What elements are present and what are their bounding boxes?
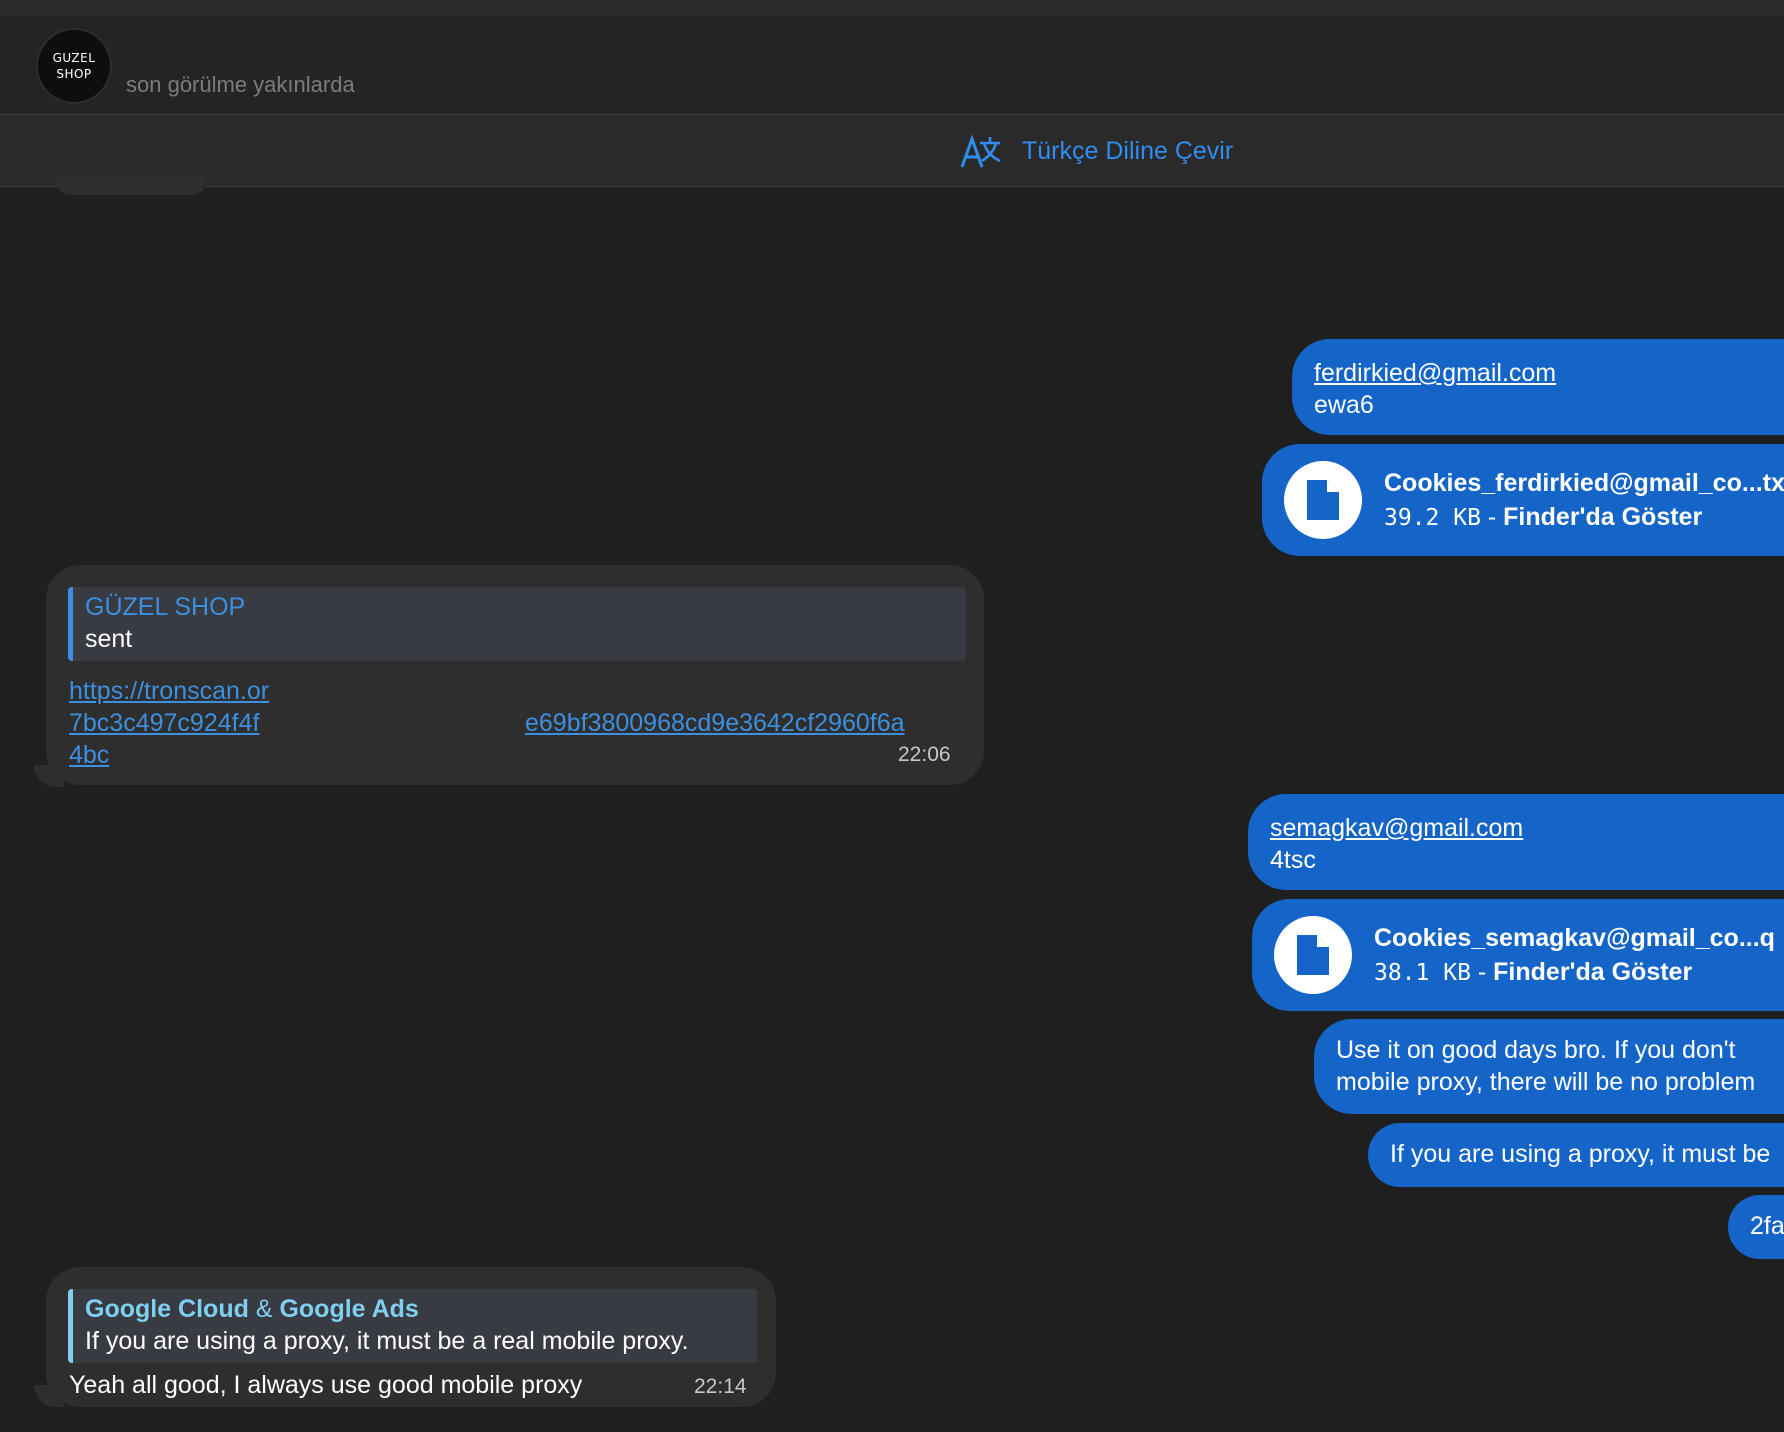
message-text: 2fa [1750,1212,1784,1240]
file-size: 39.2 KB [1384,504,1481,531]
message-line1: Use it on good days bro. If you don't [1336,1036,1736,1064]
outgoing-message[interactable]: If you are using a proxy, it must be [1368,1123,1784,1187]
reply-text: sent [85,625,133,653]
tronscan-link-line1[interactable]: https://tronscan.or [69,675,269,707]
avatar-text-line2: SHOP [56,67,92,81]
last-seen-status: son görülme yakınlarda [126,72,355,97]
message-text: ewa6 [1314,391,1374,419]
message-text: Yeah all good, I always use good mobile … [69,1371,583,1399]
file-name: Cookies_ferdirkied@gmail_co...txt [1384,468,1784,497]
reply-author: GÜZEL SHOP [85,593,246,621]
file-meta-separator: - [1470,957,1494,986]
outgoing-message[interactable]: Use it on good days bro. If you don't mo… [1314,1019,1784,1114]
outgoing-file-message[interactable]: Cookies_semagkav@gmail_co...q 38.1 KB - … [1252,899,1784,1011]
tronscan-link-line2b[interactable]: e69bf3800968cd9e3642cf2960f6a [525,707,905,739]
reply-quote[interactable]: GÜZEL SHOP sent [68,587,966,661]
incoming-message[interactable]: GÜZEL SHOP sent https://tronscan.or 7bc3… [46,565,984,785]
reply-author-ampersand: & [255,1295,273,1323]
reply-author-part1: Google Cloud [85,1295,249,1323]
message-text: 4tsc [1270,846,1316,874]
previous-message-edge [56,177,206,195]
file-name: Cookies_semagkav@gmail_co...q [1374,923,1775,952]
translate-label: Türkçe Diline Çevir [1022,136,1234,165]
document-icon [1297,935,1329,975]
reply-author-part2: Google Ads [279,1295,419,1323]
outgoing-message[interactable]: ferdirkied@gmail.com ewa6 [1292,339,1784,435]
window-top-strip [0,0,1784,16]
outgoing-message[interactable]: semagkav@gmail.com 4tsc [1248,794,1784,890]
file-meta-separator: - [1480,502,1504,531]
document-icon [1307,480,1339,520]
message-time: 22:14 [694,1375,747,1398]
outgoing-message[interactable]: 2fa [1728,1195,1784,1259]
message-line2: mobile proxy, there will be no problem [1336,1068,1756,1096]
reply-text: If you are using a proxy, it must be a r… [85,1327,689,1355]
message-time: 22:06 [898,743,951,766]
show-in-finder-link[interactable]: Finder'da Göster [1503,503,1702,531]
reply-author: Google Cloud & Google Ads [85,1295,419,1324]
reply-quote[interactable]: Google Cloud & Google Ads If you are usi… [68,1289,757,1363]
file-icon[interactable] [1274,916,1352,994]
translate-icon [960,134,1001,168]
tronscan-link-line3[interactable]: 4bc [69,739,109,771]
message-text: If you are using a proxy, it must be [1390,1140,1771,1168]
chat-header: GUZEL SHOP son görülme yakınlarda [0,16,1784,115]
avatar[interactable]: GUZEL SHOP [38,30,110,102]
translate-button[interactable]: Türkçe Diline Çevir [958,131,1233,171]
email-link[interactable]: ferdirkied@gmail.com [1314,359,1556,387]
file-icon[interactable] [1284,461,1362,539]
avatar-text-line1: GUZEL [52,51,96,65]
file-size: 38.1 KB [1374,959,1471,986]
outgoing-file-message[interactable]: Cookies_ferdirkied@gmail_co...txt 39.2 K… [1262,444,1784,556]
translate-bar: Türkçe Diline Çevir [0,115,1784,187]
email-link[interactable]: semagkav@gmail.com [1270,814,1523,842]
show-in-finder-link[interactable]: Finder'da Göster [1493,958,1692,986]
incoming-message[interactable]: Google Cloud & Google Ads If you are usi… [46,1267,776,1407]
tronscan-link-line2a[interactable]: 7bc3c497c924f4f [69,707,259,739]
message-list[interactable]: ferdirkied@gmail.com ewa6 Cookies_ferdir… [0,177,1784,1432]
